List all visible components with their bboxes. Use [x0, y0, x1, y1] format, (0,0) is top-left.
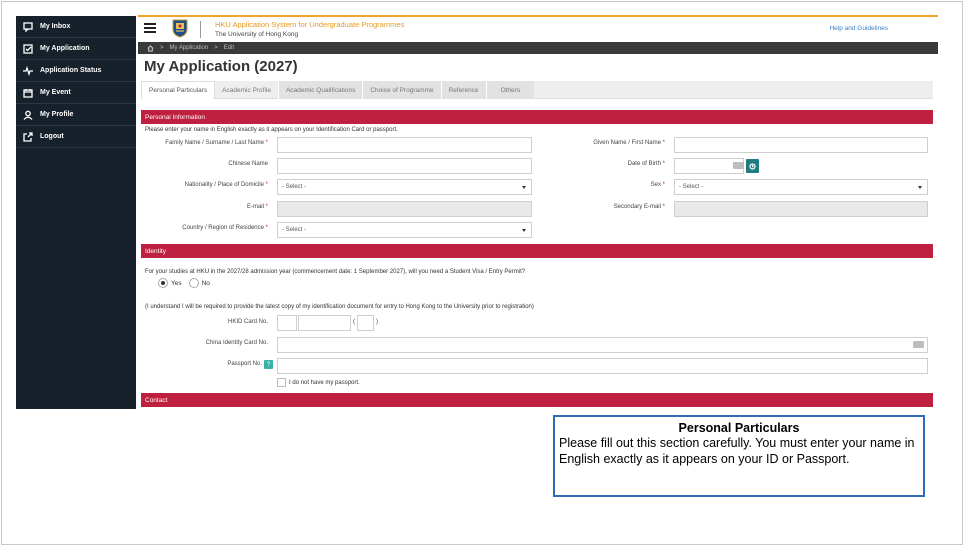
tab-others[interactable]: Others: [485, 81, 535, 99]
page-title: My Application (2027): [144, 58, 298, 75]
secondary-email-label: Secondary E-mail *: [613, 204, 665, 210]
breadcrumb: > My Application > Edit: [138, 42, 938, 54]
checkbox-icon: [22, 43, 34, 55]
dob-clear-button[interactable]: [733, 162, 744, 169]
chevron-down-icon: [522, 229, 526, 232]
section-header-identity: Identity: [141, 244, 933, 258]
visa-no-radio[interactable]: [188, 278, 199, 288]
chinese-name-label: Chinese Name: [228, 161, 268, 167]
email-input[interactable]: [277, 201, 532, 217]
given-name-label: Given Name / First Name *: [593, 140, 665, 146]
chat-icon: [22, 21, 34, 33]
sidebar-item-label: Application Status: [40, 67, 102, 74]
china-id-label: China Identity Card No.: [205, 340, 268, 346]
sidebar-item-logout[interactable]: Logout: [16, 126, 136, 148]
calendar-icon: [749, 162, 756, 170]
tab-reference[interactable]: Reference: [440, 81, 486, 99]
breadcrumb-my-application[interactable]: My Application: [170, 45, 209, 51]
section-header-contact: Contact: [141, 393, 933, 407]
passport-label: Passport No.: [227, 361, 262, 367]
sex-select[interactable]: - Select -: [674, 179, 928, 195]
section-header-personal-information: Personal Information: [141, 110, 933, 124]
chevron-down-icon: [522, 186, 526, 189]
breadcrumb-edit: Edit: [223, 45, 235, 51]
china-id-clear-button[interactable]: [913, 341, 924, 348]
university-name: The University of Hong Kong: [215, 31, 299, 38]
sidebar-item-event[interactable]: My Event: [16, 82, 136, 104]
hku-crest-logo: [172, 19, 188, 38]
visa-yes-label: Yes: [171, 279, 182, 287]
sidebar-item-label: Logout: [40, 133, 64, 140]
user-icon: [22, 109, 34, 121]
callout-body: Please fill out this section carefully. …: [559, 436, 915, 466]
tab-personal-particulars[interactable]: Personal Particulars: [141, 81, 216, 99]
name-instruction-note: Please enter your name in English exactl…: [145, 127, 398, 133]
hkid-paren-open: (: [353, 319, 355, 325]
sidebar-item-label: My Event: [40, 89, 71, 96]
sidebar-item-application[interactable]: My Application: [16, 38, 136, 60]
callout-title: Personal Particulars: [678, 421, 800, 435]
nationality-select-value: - Select -: [282, 184, 307, 190]
hkid-label: HKID Card No.: [227, 319, 268, 325]
sidebar-item-profile[interactable]: My Profile: [16, 104, 136, 126]
dob-calendar-button[interactable]: [746, 159, 759, 173]
sidebar-item-application-status[interactable]: Application Status: [16, 60, 136, 82]
nationality-select[interactable]: - Select -: [277, 179, 532, 195]
help-guidelines-link[interactable]: Help and Guidelines: [829, 25, 888, 32]
identification-note: (I understand I will be required to prov…: [145, 304, 534, 310]
top-header: HKU Application System for Undergraduate…: [138, 15, 938, 42]
hkid-prefix-input[interactable]: [277, 315, 297, 331]
family-name-label: Family Name / Surname / Last Name *: [165, 140, 268, 146]
hkid-number-input[interactable]: [298, 315, 351, 331]
calendar-icon: [22, 87, 34, 99]
visa-no-label: No: [201, 279, 210, 287]
no-passport-label: I do not have my passport.: [289, 380, 360, 386]
system-title: HKU Application System for Undergraduate…: [215, 20, 405, 29]
application-tabs: Personal Particulars Academic Profile Ac…: [141, 81, 933, 99]
sex-label: Sex *: [650, 182, 665, 188]
email-label: E-mail *: [246, 204, 268, 210]
tab-academic-qualifications[interactable]: Academic Qualifications: [277, 81, 363, 99]
chinese-name-input[interactable]: [277, 158, 532, 174]
instruction-callout: Personal Particulars Please fill out thi…: [553, 415, 925, 497]
header-divider: [200, 21, 201, 38]
hkid-paren-close: ): [376, 319, 378, 325]
residence-label: Country / Region of Residence *: [182, 225, 268, 231]
breadcrumb-separator: >: [160, 45, 164, 51]
dob-label: Date of Birth *: [627, 161, 665, 167]
hkid-check-digit-input[interactable]: [357, 315, 374, 331]
menu-icon[interactable]: [144, 23, 156, 35]
visa-radio-group: Yes No: [158, 278, 210, 288]
secondary-email-input[interactable]: [674, 201, 928, 217]
chevron-down-icon: [918, 186, 922, 189]
visa-yes-radio[interactable]: [158, 278, 168, 288]
tab-choice-of-programme[interactable]: Choice of Programme: [362, 81, 441, 99]
logout-icon: [22, 131, 34, 143]
nationality-label: Nationality / Place of Domicile *: [184, 182, 268, 188]
residence-select-value: - Select -: [282, 227, 307, 233]
breadcrumb-separator: >: [214, 45, 218, 51]
sidebar: My Inbox My Application Application Stat…: [16, 16, 136, 409]
sidebar-item-label: My Application: [40, 45, 90, 52]
sidebar-item-inbox[interactable]: My Inbox: [16, 16, 136, 38]
passport-input[interactable]: [277, 358, 928, 374]
china-id-input[interactable]: [277, 337, 928, 353]
tab-academic-profile[interactable]: Academic Profile: [215, 81, 278, 99]
no-passport-checkbox[interactable]: [277, 378, 286, 387]
family-name-input[interactable]: [277, 137, 532, 153]
residence-select[interactable]: - Select -: [277, 222, 532, 238]
sidebar-item-label: My Profile: [40, 111, 74, 118]
sex-select-value: - Select -: [679, 184, 704, 190]
visa-question: For your studies at HKU in the 2027/28 a…: [145, 269, 526, 275]
sidebar-item-label: My Inbox: [40, 23, 71, 30]
home-icon[interactable]: [147, 44, 154, 52]
pulse-icon: [22, 65, 34, 77]
given-name-input[interactable]: [674, 137, 928, 153]
info-icon[interactable]: ?: [264, 360, 273, 369]
